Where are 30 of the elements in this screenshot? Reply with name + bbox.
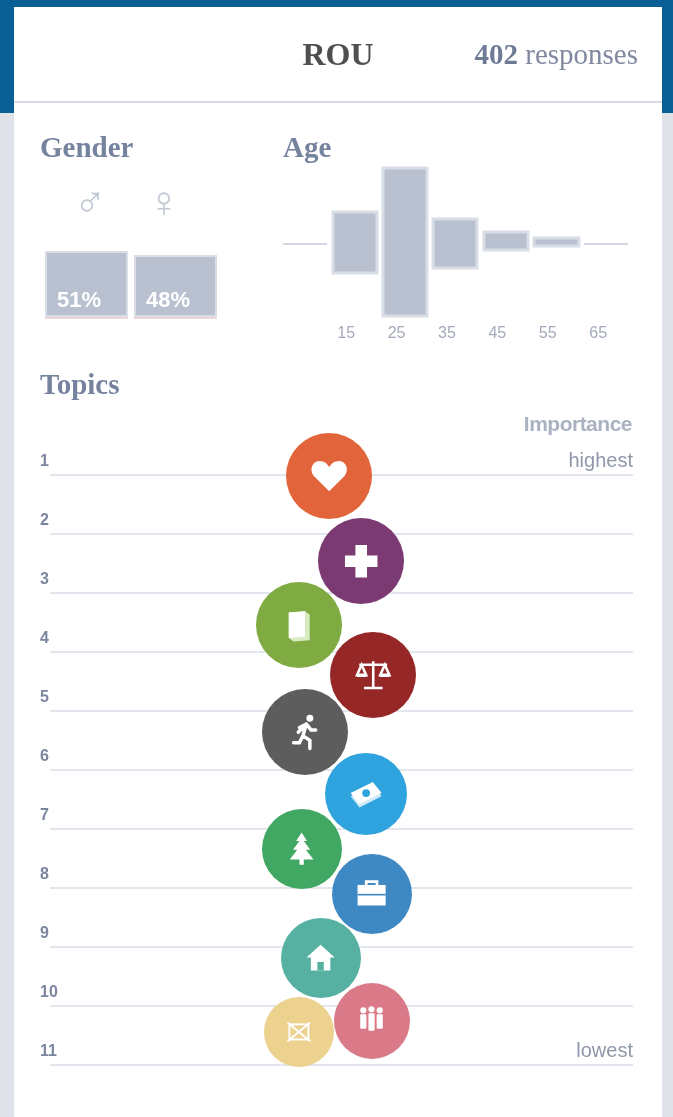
gender-bar: 51% xyxy=(45,250,128,317)
age-tick-label: 55 xyxy=(537,324,558,342)
age-tick-label: 65 xyxy=(588,324,609,342)
age-tick-label: 45 xyxy=(487,324,508,342)
topic-bubble[interactable] xyxy=(281,918,361,998)
rank-number: 10 xyxy=(40,983,59,1001)
gender-symbol: ♂ xyxy=(72,177,108,228)
country-code: ROU xyxy=(302,35,374,73)
highest-label: highest xyxy=(568,449,633,471)
lowest-label: lowest xyxy=(576,1039,633,1061)
importance-label: Importance xyxy=(523,412,632,436)
section-title: Gender xyxy=(40,131,135,163)
section-title: Topics xyxy=(39,368,121,400)
age-tick-label: 35 xyxy=(437,324,457,342)
rank-number: 7 xyxy=(40,806,50,824)
age-tick-label: 25 xyxy=(386,324,407,342)
gender-bar: 48% xyxy=(134,254,217,317)
rank-number: 1 xyxy=(40,452,50,470)
response-count: 402 responses xyxy=(474,37,638,71)
rank-number: 11 xyxy=(40,1042,58,1060)
section-title: Age xyxy=(283,131,333,163)
rank-number: 2 xyxy=(40,511,50,529)
rank-number: 5 xyxy=(40,688,50,706)
gender-symbol: ♀ xyxy=(146,177,182,228)
rank-number: 6 xyxy=(40,747,50,765)
rank-number: 8 xyxy=(40,865,50,883)
rank-number: 3 xyxy=(40,570,50,588)
rank-number: 4 xyxy=(40,629,50,647)
age-tick-label: 15 xyxy=(336,324,357,342)
rank-number: 9 xyxy=(40,924,50,942)
